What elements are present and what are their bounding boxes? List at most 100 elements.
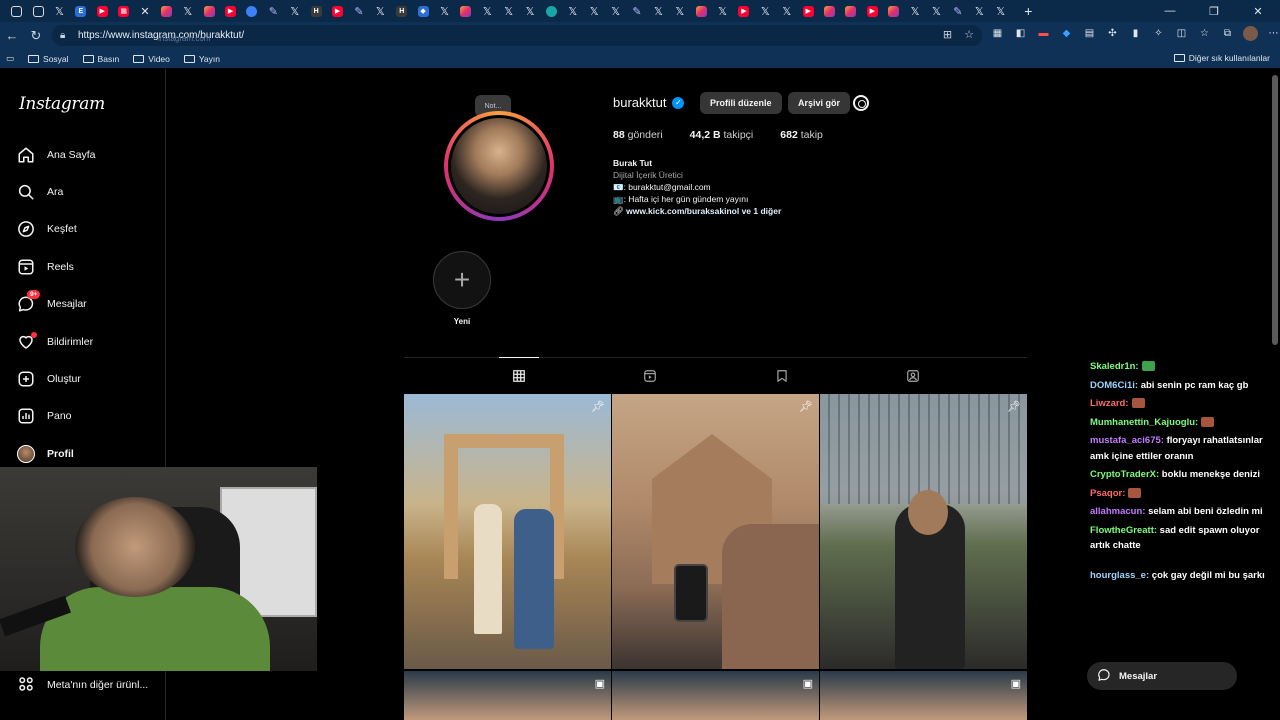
- tab-x[interactable]: 𝕏: [712, 0, 733, 22]
- minimize-button[interactable]: —: [1148, 0, 1192, 22]
- bookmark-folder-basin[interactable]: Basın: [82, 54, 119, 64]
- tab-youtube[interactable]: ▶: [733, 0, 754, 22]
- tab-messenger[interactable]: [241, 0, 262, 22]
- post-thumbnail[interactable]: 📌︎: [820, 394, 1027, 669]
- tab-x[interactable]: 𝕏: [776, 0, 797, 22]
- profile-picture[interactable]: [444, 111, 554, 221]
- tab-pen[interactable]: ✎: [947, 0, 968, 22]
- more-menu-icon[interactable]: ⋯: [1266, 26, 1280, 41]
- tab-x[interactable]: 𝕏: [605, 0, 626, 22]
- tab-youtube[interactable]: ▶: [797, 0, 818, 22]
- sidebar-item-meta-more[interactable]: Meta'nın diğer ürünl...: [17, 673, 148, 697]
- sidebar-item-search[interactable]: Ara: [17, 180, 63, 204]
- messages-floating-button[interactable]: Mesajlar: [1087, 662, 1237, 690]
- sidebar-item-profile[interactable]: Profil: [17, 442, 74, 466]
- tab-posts-grid[interactable]: [499, 357, 539, 393]
- tab-x[interactable]: 𝕏: [498, 0, 519, 22]
- favorite-star-icon[interactable]: ☆: [964, 28, 974, 41]
- tab-instagram[interactable]: [883, 0, 904, 22]
- tab-active-close-icon[interactable]: ✕: [134, 0, 155, 22]
- tab-reels[interactable]: [630, 358, 670, 394]
- reel-thumbnail[interactable]: ▣: [404, 671, 611, 720]
- tab-x[interactable]: 𝕏: [904, 0, 925, 22]
- app-available-icon[interactable]: ⊞: [943, 28, 952, 41]
- tab-site[interactable]: H: [391, 0, 412, 22]
- tab-actions-icon[interactable]: [27, 0, 48, 22]
- instagram-logo[interactable]: Instagram: [19, 94, 105, 114]
- sidebar-item-reels[interactable]: Reels: [17, 255, 74, 279]
- split-screen-icon[interactable]: ◫: [1174, 26, 1189, 41]
- tab-instagram[interactable]: [840, 0, 861, 22]
- sidebar-item-create[interactable]: Oluştur: [17, 367, 81, 391]
- tab-x[interactable]: 𝕏: [562, 0, 583, 22]
- tab-instagram[interactable]: [156, 0, 177, 22]
- other-bookmarks[interactable]: Diğer sık kullanılanlar: [1173, 53, 1270, 63]
- post-thumbnail[interactable]: 📌︎: [404, 394, 611, 669]
- tab-x[interactable]: 𝕏: [648, 0, 669, 22]
- tab-x[interactable]: 𝕏: [434, 0, 455, 22]
- sidebar-item-dashboard[interactable]: Pano: [17, 404, 72, 428]
- workspaces-icon[interactable]: [6, 0, 27, 22]
- restore-button[interactable]: ❐: [1192, 0, 1236, 22]
- page-scrollbar[interactable]: [1272, 75, 1278, 345]
- tab-x[interactable]: 𝕏: [990, 0, 1011, 22]
- tab-tagged[interactable]: [893, 358, 933, 394]
- sidebar-item-messages[interactable]: 9+ Mesajlar: [17, 290, 87, 316]
- extension-icon[interactable]: ◆: [1059, 26, 1074, 41]
- sidebar-item-explore[interactable]: Keşfet: [17, 217, 77, 241]
- tab-saved[interactable]: [762, 358, 802, 394]
- bookmark-folder-video[interactable]: Video: [133, 54, 170, 64]
- tab-pen[interactable]: ✎: [348, 0, 369, 22]
- sidebar-item-home[interactable]: Ana Sayfa: [17, 143, 95, 167]
- tab-pen[interactable]: ✎: [626, 0, 647, 22]
- tab-x[interactable]: 𝕏: [370, 0, 391, 22]
- sidebar-item-notifications[interactable]: Bildirimler: [17, 330, 93, 354]
- new-highlight-button[interactable]: +: [433, 251, 491, 309]
- extension-icon[interactable]: ✣: [1105, 26, 1120, 41]
- bio-link[interactable]: www.kick.com/buraksakinol ve 1 diğer: [626, 206, 781, 216]
- tab-x[interactable]: 𝕏: [669, 0, 690, 22]
- tab-x[interactable]: 𝕏: [519, 0, 540, 22]
- extension-icon[interactable]: ▮: [1128, 26, 1143, 41]
- new-tab-button[interactable]: +: [1017, 0, 1039, 22]
- tab-youtube[interactable]: ▶: [220, 0, 241, 22]
- tab-x[interactable]: 𝕏: [969, 0, 990, 22]
- settings-gear-icon[interactable]: [853, 95, 869, 111]
- tab-youtube[interactable]: ▶: [862, 0, 883, 22]
- extension-icon[interactable]: ▦: [990, 26, 1005, 41]
- reading-list-icon[interactable]: ▭: [6, 53, 14, 64]
- tab-site[interactable]: ◆: [412, 0, 433, 22]
- reel-thumbnail[interactable]: ▣: [612, 671, 819, 720]
- extension-icon[interactable]: ◧: [1013, 26, 1028, 41]
- tab-x[interactable]: 𝕏: [477, 0, 498, 22]
- tab-x[interactable]: 𝕏: [755, 0, 776, 22]
- edit-profile-button[interactable]: Profili düzenle: [700, 92, 782, 114]
- tab-site[interactable]: H: [305, 0, 326, 22]
- close-window-button[interactable]: ✕: [1236, 0, 1280, 22]
- tab-x[interactable]: 𝕏: [926, 0, 947, 22]
- tab-instagram[interactable]: [455, 0, 476, 22]
- tab-x[interactable]: 𝕏: [584, 0, 605, 22]
- tab-instagram[interactable]: [819, 0, 840, 22]
- tab-youtube[interactable]: ▶: [327, 0, 348, 22]
- bookmark-folder-yayin[interactable]: Yayın: [183, 54, 220, 64]
- refresh-button[interactable]: ↻: [24, 24, 48, 48]
- view-archive-button[interactable]: Arşivi gör: [788, 92, 851, 114]
- back-button[interactable]: ←: [0, 24, 24, 48]
- bio-link-row[interactable]: 🔗︎ www.kick.com/buraksakinol ve 1 diğer: [613, 205, 781, 217]
- tab-instagram[interactable]: [199, 0, 220, 22]
- tab-x[interactable]: 𝕏: [177, 0, 198, 22]
- favorites-icon[interactable]: ☆: [1197, 26, 1212, 41]
- tab-site[interactable]: [541, 0, 562, 22]
- tab-pen[interactable]: ✎: [263, 0, 284, 22]
- tab-site[interactable]: E: [70, 0, 91, 22]
- reel-thumbnail[interactable]: ▣: [820, 671, 1027, 720]
- extension-icon[interactable]: ▬: [1036, 26, 1051, 41]
- post-thumbnail[interactable]: 📌︎: [612, 394, 819, 669]
- puzzle-icon[interactable]: ✧: [1151, 26, 1166, 41]
- tab-instagram[interactable]: [691, 0, 712, 22]
- extension-icon[interactable]: ▤: [1082, 26, 1097, 41]
- tab-youtube[interactable]: ▶: [92, 0, 113, 22]
- tab-site[interactable]: ▦: [113, 0, 134, 22]
- bookmark-folder-sosyal[interactable]: Sosyal: [28, 54, 69, 64]
